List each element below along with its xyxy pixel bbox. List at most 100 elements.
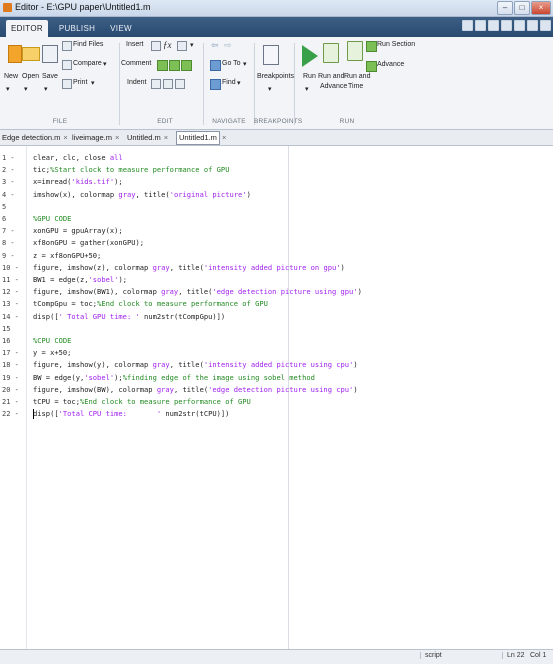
code-line[interactable]: 1 - clear, clc, close all (0, 152, 553, 164)
code-line[interactable]: 11 - BW1 = edge(z,'sobel'); (0, 274, 553, 286)
compare-button[interactable]: Compare (73, 60, 102, 67)
fx-icon[interactable]: ƒx (163, 40, 172, 50)
code-line[interactable]: 6 %GPU CODE (0, 213, 553, 225)
comment-icon[interactable] (157, 60, 168, 71)
insert-button[interactable]: Insert (126, 41, 144, 48)
help-icon[interactable] (540, 20, 551, 31)
code-line[interactable]: 17 - y = x+50; (0, 347, 553, 359)
open-folder-icon[interactable] (22, 47, 40, 61)
run-section-icon (366, 41, 377, 52)
print-dropdown-icon[interactable]: ▾ (91, 79, 95, 87)
open-button[interactable]: Open (22, 73, 39, 80)
cut-icon[interactable] (475, 20, 486, 31)
breakpoints-icon[interactable] (263, 45, 279, 65)
find-dropdown-icon[interactable]: ▾ (237, 79, 241, 87)
code-line[interactable]: 19 - BW = edge(y,'sobel');%finding edge o… (0, 372, 553, 384)
breakpoints-button[interactable]: Breakpoints (257, 73, 294, 80)
decrease-indent-icon[interactable] (175, 79, 185, 89)
new-button[interactable]: New (4, 73, 18, 80)
find-files-button[interactable]: Find Files (73, 41, 103, 48)
code-line[interactable]: 14 - disp([' Total GPU time: ' num2str(tC… (0, 311, 553, 323)
code-line[interactable]: 20 - figure, imshow(BW), colormap gray, t… (0, 384, 553, 396)
code-line[interactable]: 8 - xf8onGPU = gather(xonGPU); (0, 237, 553, 249)
separator (119, 43, 120, 125)
code-line[interactable]: 2 - tic;%Start clock to measure performan… (0, 164, 553, 176)
code-line[interactable]: 13 - tCompGpu = toc;%End clock to measure… (0, 298, 553, 310)
breakpoints-dropdown-icon[interactable]: ▾ (268, 85, 272, 93)
maximize-button[interactable]: □ (514, 1, 530, 15)
save-icon[interactable] (462, 20, 473, 31)
run-icon[interactable] (302, 45, 318, 67)
file-tab-untitled1[interactable]: Untitled1.m (176, 131, 220, 145)
code-text: BW1 = edge(z,'sobel'); (33, 274, 127, 286)
file-tab-liveimage[interactable]: liveimage.m × (72, 132, 119, 144)
run-and-advance-label-2[interactable]: Advance (320, 83, 347, 90)
run-and-time-label-1[interactable]: Run and (344, 73, 370, 80)
run-and-time-label-2[interactable]: Time (348, 83, 363, 90)
run-and-time-icon[interactable] (347, 41, 363, 61)
back-arrow-icon[interactable]: ⇦ (211, 40, 219, 51)
run-dropdown-icon[interactable]: ▾ (305, 85, 309, 93)
code-line[interactable]: 18 - figure, imshow(y), colormap gray, ti… (0, 359, 553, 371)
find-button[interactable]: Find (222, 79, 236, 86)
code-line[interactable]: 4 - imshow(x), colormap gray, title('orig… (0, 189, 553, 201)
open-dropdown-icon[interactable]: ▾ (24, 85, 28, 93)
new-file-icon[interactable] (8, 45, 22, 63)
compare-dropdown-icon[interactable]: ▾ (103, 60, 107, 68)
save-dropdown-icon[interactable]: ▾ (44, 85, 48, 93)
code-line[interactable]: 22 - disp(['Total CPU time: ' num2str(tCP… (0, 408, 553, 420)
close-active-tab-icon[interactable]: × (219, 132, 226, 144)
run-button[interactable]: Run (303, 73, 316, 80)
print-button[interactable]: Print (73, 79, 87, 86)
code-line[interactable]: 15 (0, 323, 553, 335)
tab-editor[interactable]: EDITOR (6, 20, 48, 37)
minimize-button[interactable]: – (497, 1, 513, 15)
run-section-button[interactable]: Run Section (377, 41, 415, 48)
code-line[interactable]: 16 %CPU CODE (0, 335, 553, 347)
code-line[interactable]: 5 (0, 201, 553, 213)
code-text: clear, clc, close all (33, 152, 123, 164)
string-literal: ' Total GPU time: ' (58, 311, 140, 321)
code-line[interactable]: 21 - tCPU = toc;%End clock to measure per… (0, 396, 553, 408)
smart-indent-icon[interactable] (151, 79, 161, 89)
insert-dropdown-icon[interactable]: ▾ (190, 41, 194, 49)
advance-icon (366, 61, 377, 72)
run-and-advance-label-1[interactable]: Run and (318, 73, 344, 80)
advance-button[interactable]: Advance (377, 61, 404, 68)
code-line[interactable]: 3 - x=imread('kids.tif'); (0, 176, 553, 188)
close-button[interactable]: × (531, 1, 551, 15)
redo-icon[interactable] (527, 20, 538, 31)
paste-icon[interactable] (501, 20, 512, 31)
string-literal: gray (152, 360, 170, 370)
run-and-advance-icon[interactable] (323, 43, 339, 63)
code-line[interactable]: 9 - z = xf8onGPU+50; (0, 250, 553, 262)
close-icon[interactable]: × (164, 133, 168, 142)
code-line[interactable]: 12 - figure, imshow(BW1), colormap gray, … (0, 286, 553, 298)
save-icon[interactable] (42, 45, 58, 63)
go-to-dropdown-icon[interactable]: ▾ (243, 60, 247, 68)
forward-arrow-icon[interactable]: ⇨ (224, 40, 232, 51)
code-token: figure, imshow(BW), colormap (33, 384, 157, 394)
copy-icon[interactable] (488, 20, 499, 31)
go-to-button[interactable]: Go To (222, 60, 241, 67)
code-line[interactable]: 7 - xonGPU = gpuArray(x); (0, 225, 553, 237)
close-icon[interactable]: × (115, 133, 119, 142)
file-tab-edge-detection[interactable]: Edge detection.m × (2, 132, 68, 144)
code-line[interactable]: 10 - figure, imshow(z), colormap gray, ti… (0, 262, 553, 274)
close-icon[interactable]: × (63, 133, 67, 142)
new-dropdown-icon[interactable]: ▾ (6, 85, 10, 93)
window-title: Editor - E:\GPU paper\Untitled1.m (15, 2, 151, 12)
code-editor[interactable]: 1 - clear, clc, close all 2 - tic;%Start cl… (0, 146, 553, 649)
undo-icon[interactable] (514, 20, 525, 31)
uncomment-icon[interactable] (169, 60, 180, 71)
tab-publish[interactable]: PUBLISH (56, 20, 98, 37)
file-tab-untitled[interactable]: Untitled.m × (127, 132, 168, 144)
increase-indent-icon[interactable] (163, 79, 173, 89)
text-cursor (33, 409, 34, 420)
comment-button[interactable]: Comment (121, 60, 151, 67)
wrap-comments-icon[interactable] (181, 60, 192, 71)
tab-view[interactable]: VIEW (104, 20, 138, 37)
save-button[interactable]: Save (42, 73, 58, 80)
insert-section-icon[interactable] (177, 41, 187, 51)
indent-button[interactable]: Indent (127, 79, 146, 86)
